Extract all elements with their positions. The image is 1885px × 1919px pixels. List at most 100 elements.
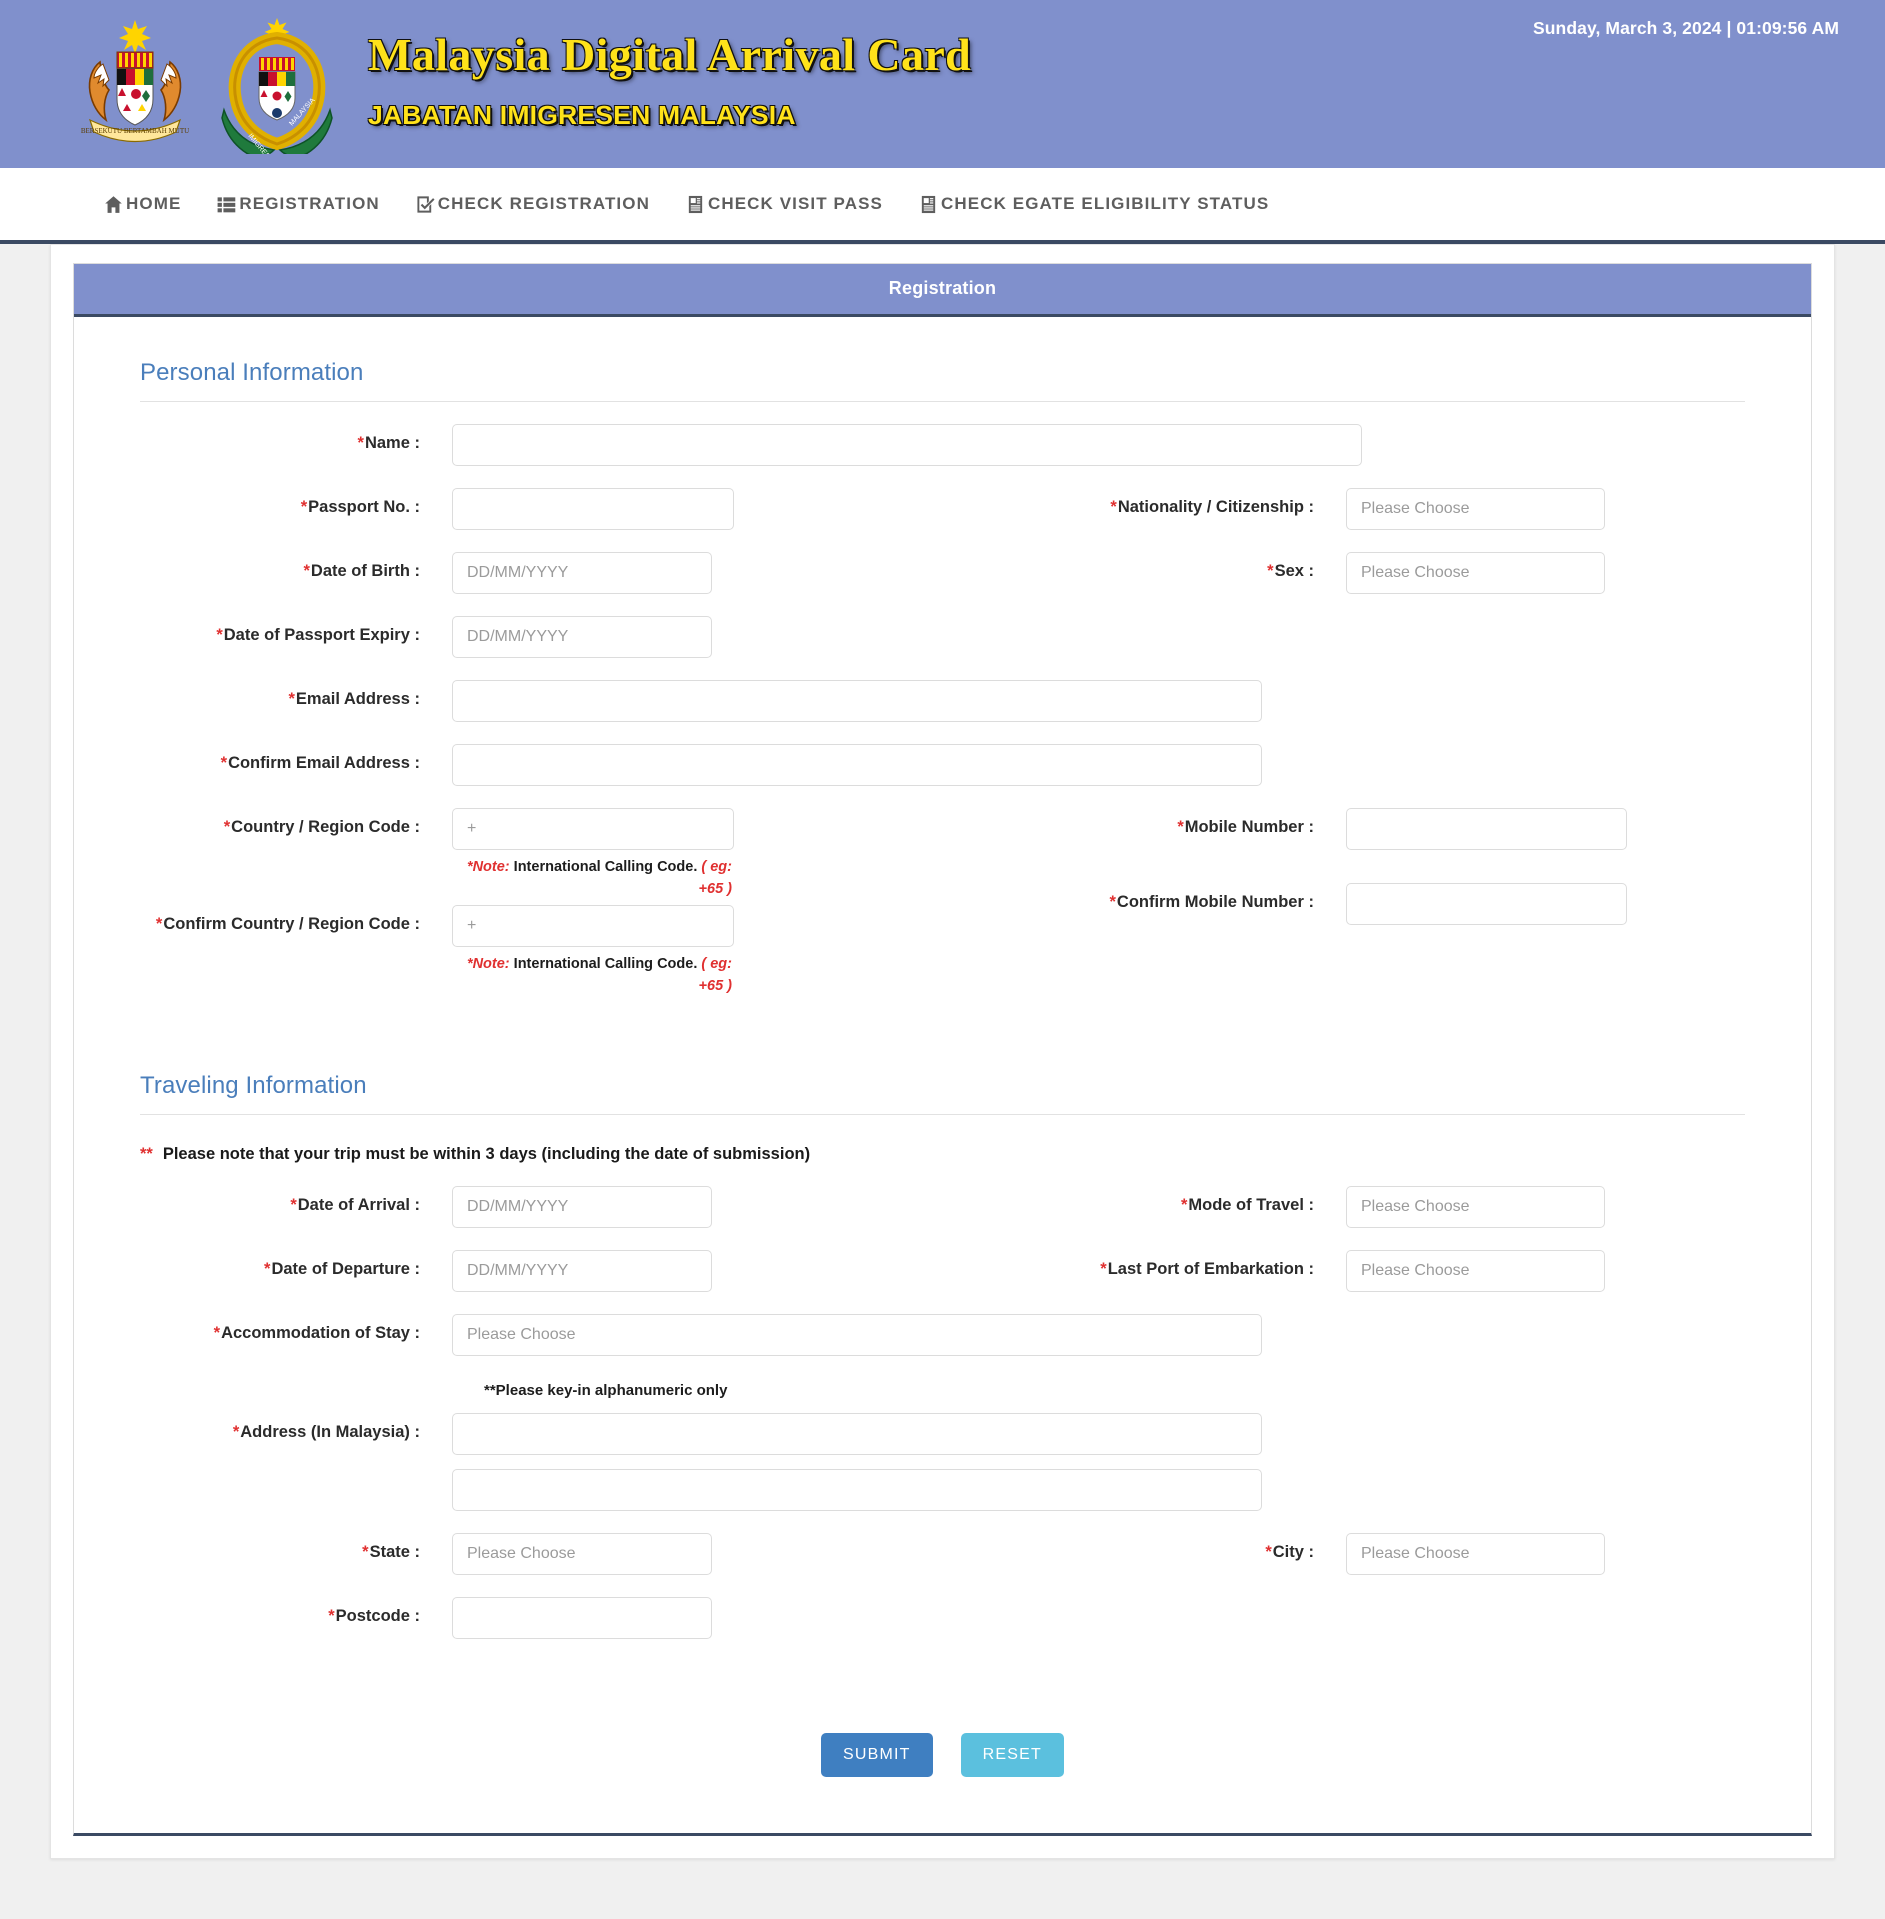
nav-label: CHECK EGATE ELIGIBILITY STATUS bbox=[941, 194, 1270, 213]
label-postcode: *Postcode : bbox=[328, 1606, 420, 1625]
form-row-confirm-country-code-mobile: *Confirm Country / Region Code : *Note: … bbox=[140, 882, 1745, 998]
note-prefix: *Note: bbox=[466, 955, 510, 972]
postcode-input[interactable] bbox=[452, 1596, 712, 1639]
form-row-email: *Email Address : bbox=[140, 680, 1745, 722]
note-prefix: *Note: bbox=[466, 859, 510, 875]
state-select[interactable]: Please Choose bbox=[452, 1532, 712, 1575]
label-city: *City : bbox=[1265, 1542, 1314, 1561]
check-square-icon bbox=[416, 195, 435, 214]
label-last-port-of-embarkation: *Last Port of Embarkation : bbox=[1100, 1259, 1314, 1278]
form-row-dob-sex: *Date of Birth : *Sex : Please Choose bbox=[140, 552, 1745, 594]
note-body: International Calling Code. bbox=[513, 955, 698, 972]
form-row-address-line-2 bbox=[140, 1468, 1745, 1511]
confirm-country-code-note: *Note: International Calling Code. ( eg:… bbox=[452, 953, 734, 998]
label-date-of-arrival: *Date of Arrival : bbox=[290, 1195, 420, 1214]
submit-button[interactable]: SUBMIT bbox=[821, 1732, 933, 1777]
nav-label: CHECK REGISTRATION bbox=[437, 194, 650, 213]
section-title-personal-information: Personal Information bbox=[140, 359, 1745, 402]
site-title: Malaysia Digital Arrival Card bbox=[368, 29, 972, 81]
label-country-region-code: *Country / Region Code : bbox=[223, 818, 420, 836]
address-line-1-input[interactable] bbox=[452, 1412, 1262, 1455]
label-date-of-departure: *Date of Departure : bbox=[264, 1259, 420, 1278]
label-passport-no: *Passport No. : bbox=[300, 498, 420, 516]
form-row-arrival-mode: *Date of Arrival : *Mode of Travel : Ple… bbox=[140, 1185, 1745, 1228]
label-confirm-mobile-number: *Confirm Mobile Number : bbox=[1109, 892, 1314, 911]
page-body: Registration Personal Information *Name … bbox=[0, 244, 1885, 1919]
form-row-passport-expiry: *Date of Passport Expiry : bbox=[140, 616, 1745, 658]
note-example: ( eg: +65 ) bbox=[698, 955, 732, 995]
alphanumeric-note: **Please key-in alphanumeric only bbox=[484, 1381, 728, 1399]
home-icon bbox=[104, 195, 123, 214]
nav-label: HOME bbox=[126, 194, 182, 213]
nav-item-check-visit-pass[interactable]: CHECK VISIT PASS bbox=[686, 194, 883, 214]
immigration-department-logo-icon: IMIGRESEN MALAYSIA bbox=[218, 14, 336, 167]
sex-select[interactable]: Please Choose bbox=[1346, 552, 1605, 594]
reset-button[interactable]: RESET bbox=[960, 1732, 1064, 1777]
confirm-mobile-number-input[interactable] bbox=[1346, 882, 1627, 925]
label-date-of-birth: *Date of Birth : bbox=[303, 562, 420, 580]
svg-text:BERSEKUTU BERTAMBAH MUTU: BERSEKUTU BERTAMBAH MUTU bbox=[81, 127, 189, 135]
mobile-number-input[interactable] bbox=[1346, 808, 1627, 850]
label-sex: *Sex : bbox=[1267, 562, 1314, 580]
content-container: Registration Personal Information *Name … bbox=[50, 244, 1835, 1859]
label-address-line-2 bbox=[140, 1469, 420, 1479]
trip-duration-note: ** Please note that your trip must be wit… bbox=[140, 1145, 1745, 1164]
panel-title: Registration bbox=[74, 264, 1811, 317]
date-of-birth-input[interactable] bbox=[452, 552, 712, 594]
label-confirm-email-address: *Confirm Email Address : bbox=[220, 754, 420, 772]
form-actions: SUBMIT RESET bbox=[140, 1732, 1745, 1793]
nav-item-check-egate-eligibility-status[interactable]: CHECK EGATE ELIGIBILITY STATUS bbox=[919, 194, 1269, 214]
date-of-passport-expiry-input[interactable] bbox=[452, 616, 712, 658]
form-row-accommodation: *Accommodation of Stay : Please Choose bbox=[140, 1313, 1745, 1356]
label-email-address: *Email Address : bbox=[288, 690, 420, 708]
current-datetime: Sunday, March 3, 2024 | 01:09:56 AM bbox=[1532, 18, 1839, 38]
name-input[interactable] bbox=[452, 424, 1362, 466]
trip-note-text: Please note that your trip must be withi… bbox=[162, 1144, 811, 1163]
form-row-passport-nationality: *Passport No. : *Nationality / Citizensh… bbox=[140, 488, 1745, 530]
label-state: *State : bbox=[362, 1542, 420, 1561]
label-address-in-malaysia: *Address (In Malaysia) : bbox=[232, 1422, 420, 1441]
confirm-email-address-input[interactable] bbox=[452, 744, 1262, 786]
country-region-code-input[interactable] bbox=[452, 808, 734, 850]
note-example: ( eg: +65 ) bbox=[698, 859, 732, 898]
label-date-of-passport-expiry: *Date of Passport Expiry : bbox=[216, 626, 420, 644]
document-icon bbox=[686, 195, 705, 214]
confirm-country-region-code-input[interactable] bbox=[452, 904, 734, 947]
nav-label: CHECK VISIT PASS bbox=[707, 194, 883, 213]
nav-item-registration[interactable]: REGISTRATION bbox=[217, 194, 379, 214]
nav-label: REGISTRATION bbox=[239, 194, 380, 213]
country-code-note: *Note: International Calling Code. ( eg:… bbox=[452, 856, 734, 901]
nav-item-check-registration[interactable]: CHECK REGISTRATION bbox=[416, 194, 650, 214]
form-row-state-city: *State : Please Choose *City : Please Ch… bbox=[140, 1532, 1745, 1575]
passport-no-input[interactable] bbox=[452, 488, 734, 530]
city-select[interactable]: Please Choose bbox=[1346, 1532, 1605, 1575]
registration-form: Personal Information *Name : *Passport N… bbox=[74, 317, 1811, 1833]
label-accommodation-of-stay: *Accommodation of Stay : bbox=[213, 1323, 420, 1342]
date-of-departure-input[interactable] bbox=[452, 1249, 712, 1292]
date-of-arrival-input[interactable] bbox=[452, 1185, 712, 1228]
last-port-of-embarkation-select[interactable]: Please Choose bbox=[1346, 1249, 1605, 1292]
email-address-input[interactable] bbox=[452, 680, 1262, 722]
address-line-2-input[interactable] bbox=[452, 1468, 1262, 1511]
nationality-select[interactable]: Please Choose bbox=[1346, 488, 1605, 530]
trip-note-stars: ** bbox=[140, 1144, 153, 1163]
site-subtitle: JABATAN IMIGRESEN MALAYSIA bbox=[368, 99, 796, 130]
note-body: International Calling Code. bbox=[513, 859, 698, 875]
document-icon bbox=[919, 195, 938, 214]
form-row-confirm-email: *Confirm Email Address : bbox=[140, 744, 1745, 786]
form-row-departure-lastport: *Date of Departure : *Last Port of Embar… bbox=[140, 1249, 1745, 1292]
form-row-postcode: *Postcode : bbox=[140, 1596, 1745, 1639]
registration-panel: Registration Personal Information *Name … bbox=[73, 263, 1812, 1836]
site-banner: BERSEKUTU BERTAMBAH MUTU IMIGRESEN MALAY… bbox=[0, 0, 1885, 168]
label-mode-of-travel: *Mode of Travel : bbox=[1180, 1195, 1314, 1214]
accommodation-of-stay-select[interactable]: Please Choose bbox=[452, 1313, 1262, 1356]
label-nationality: *Nationality / Citizenship : bbox=[1110, 498, 1314, 516]
label-confirm-country-region-code: *Confirm Country / Region Code : bbox=[155, 914, 420, 933]
mode-of-travel-select[interactable]: Please Choose bbox=[1346, 1185, 1605, 1228]
nav-item-home[interactable]: HOME bbox=[104, 194, 181, 214]
label-mobile-number: *Mobile Number : bbox=[1177, 818, 1314, 836]
main-navigation: HOME REGISTRATION CHECK REGISTRATION CHE… bbox=[0, 168, 1885, 244]
header-titles: Malaysia Digital Arrival Card JABATAN IM… bbox=[368, 31, 971, 136]
label-name: *Name : bbox=[357, 434, 420, 452]
list-icon bbox=[217, 195, 236, 214]
